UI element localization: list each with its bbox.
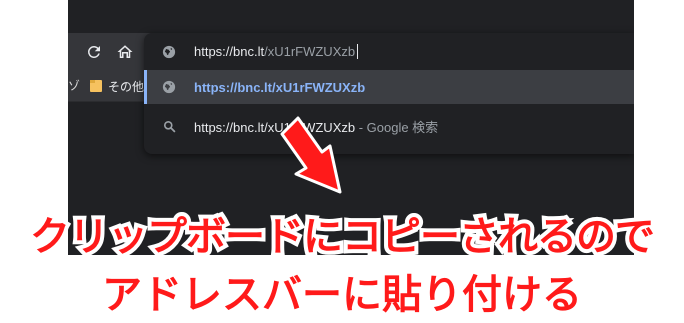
- suggestion-search-suffix: - Google 検索: [355, 119, 439, 135]
- folder-icon: [90, 79, 102, 93]
- suggestion-url-text: https://bnc.lt/xU1rFWZUXzb: [194, 79, 366, 95]
- caption-line-2: アドレスバーに貼り付ける: [98, 268, 586, 322]
- suggestion-search[interactable]: https://bnc.lt/xU1rFWZUXzb - Google 検索: [144, 109, 634, 143]
- search-icon: [162, 119, 176, 133]
- bookmark-partial-label[interactable]: ゾ: [68, 77, 80, 94]
- text-caret: [357, 44, 359, 59]
- reload-button[interactable]: [82, 40, 106, 64]
- address-bar-text: https://bnc.lt/xU1rFWZUXzb: [194, 44, 359, 59]
- suggestion-url[interactable]: https://bnc.lt/xU1rFWZUXzb: [144, 70, 634, 104]
- address-bar-input[interactable]: https://bnc.lt/xU1rFWZUXzb: [144, 33, 634, 70]
- globe-icon: [162, 80, 176, 94]
- home-button[interactable]: [113, 40, 137, 64]
- globe-icon: [162, 45, 176, 59]
- reload-icon: [87, 45, 100, 58]
- home-icon: [117, 45, 133, 58]
- address-path: /xU1rFWZUXzb: [264, 44, 356, 59]
- annotation-arrow: [280, 116, 342, 194]
- selection-indicator: [144, 70, 147, 104]
- address-host: https://bnc.lt: [194, 44, 265, 59]
- bookmark-folder-label: その他: [108, 79, 145, 94]
- stage: ゾ その他 https://bnc.lt/xU1rFWZUXzb https:/…: [0, 0, 684, 323]
- bookmark-folder-other[interactable]: その他: [90, 76, 144, 96]
- omnibox-dropdown: https://bnc.lt/xU1rFWZUXzb https://bnc.l…: [144, 33, 634, 154]
- caption-line-1: クリップボードにコピーされるので: [26, 210, 659, 264]
